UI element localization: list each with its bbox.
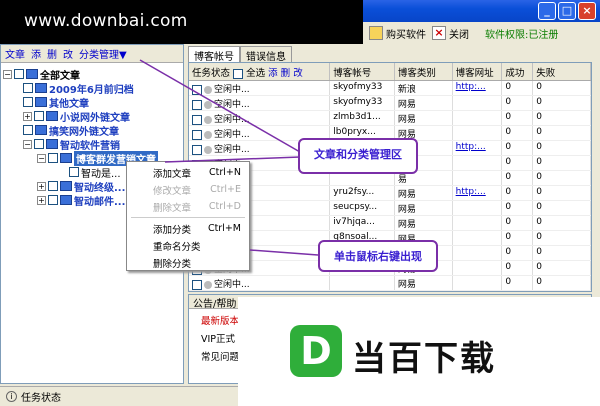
callout-line-b bbox=[249, 249, 319, 256]
callout-management-area: 文章和分类管理区 bbox=[298, 138, 418, 174]
callout-right-click: 单击鼠标右键出现 bbox=[318, 240, 438, 272]
logo-text: 当百下载 bbox=[352, 339, 496, 379]
logo-mark: D bbox=[290, 325, 342, 377]
callout-line-a1 bbox=[139, 59, 301, 153]
downbai-logo: D 当百下载 bbox=[238, 297, 600, 406]
callout-line-a2 bbox=[164, 156, 301, 163]
